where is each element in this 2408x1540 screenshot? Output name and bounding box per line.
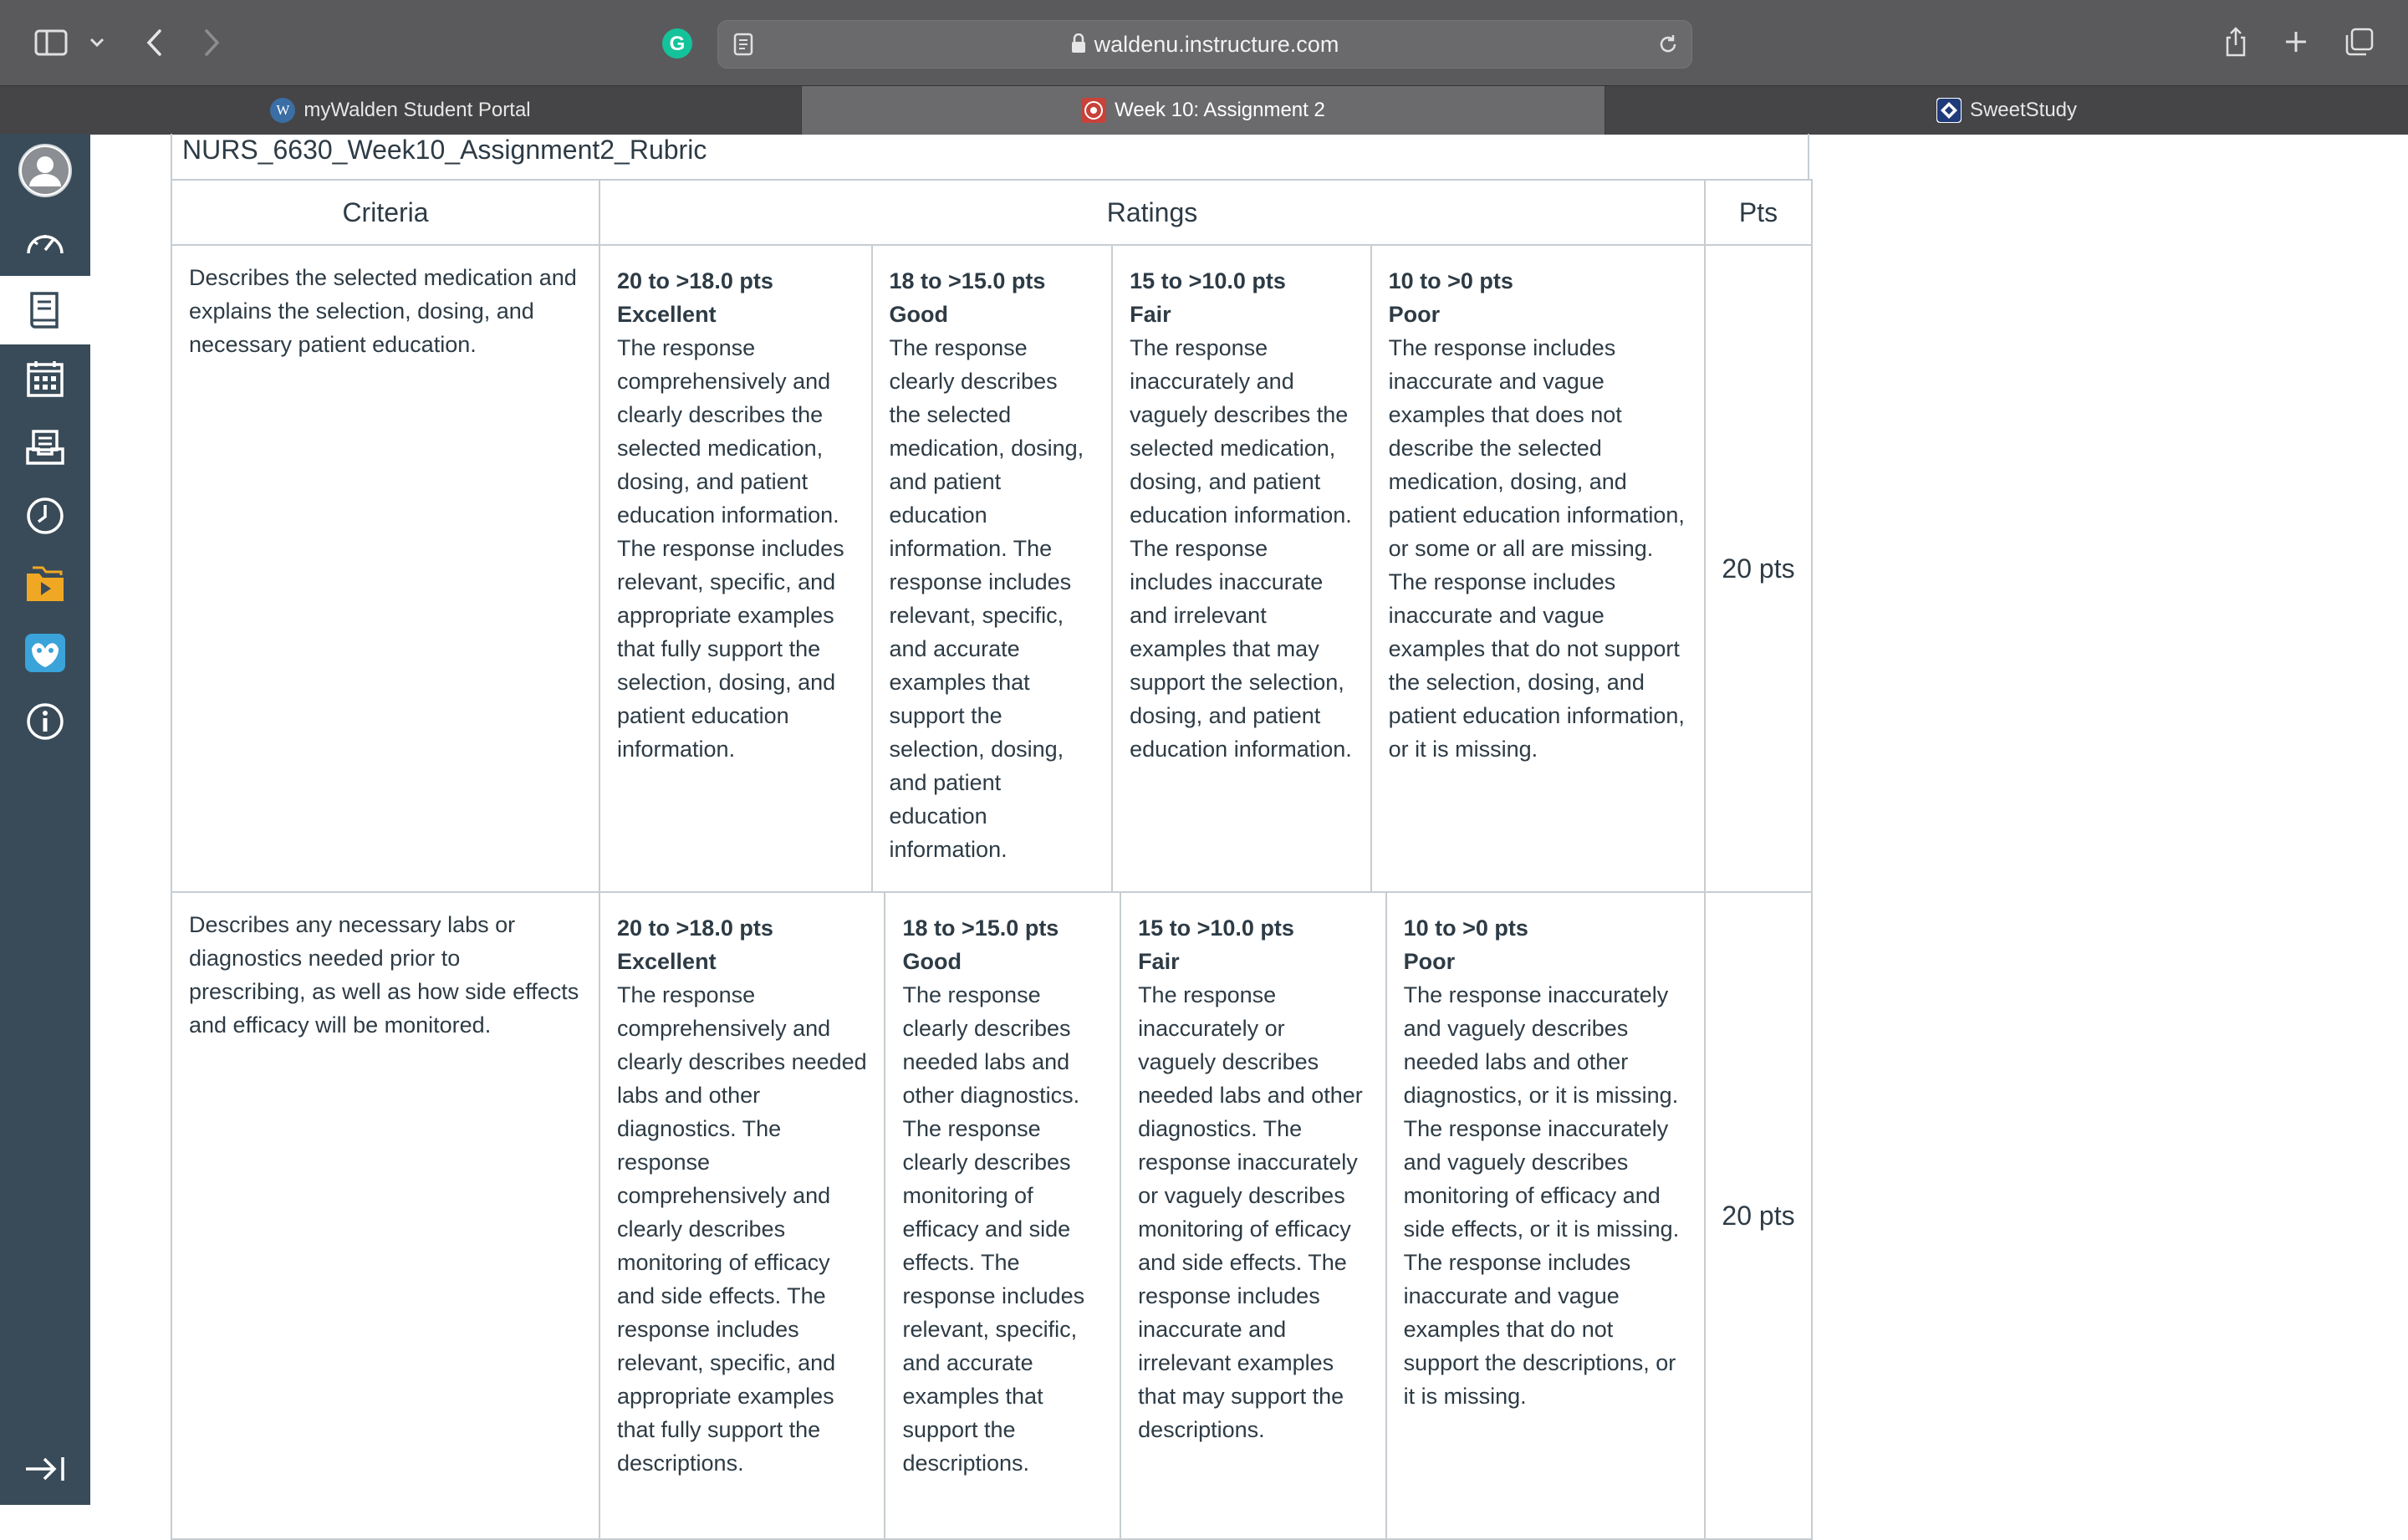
- rating-description: The response inaccurately or vaguely des…: [1138, 982, 1363, 1442]
- svg-text:G: G: [670, 33, 686, 55]
- tab-mywalden[interactable]: W myWalden Student Portal: [0, 86, 801, 135]
- lock-icon: [1071, 23, 1086, 69]
- reload-icon[interactable]: [1655, 31, 1681, 58]
- sweetstudy-favicon-icon: [1936, 98, 1962, 123]
- criteria-header: Criteria: [171, 179, 600, 246]
- rating-poor[interactable]: 10 to >0 pts Poor The response includes …: [1372, 246, 1704, 891]
- tab-week10-assignment[interactable]: Week 10: Assignment 2: [801, 86, 1605, 135]
- rating-level: Excellent: [617, 949, 717, 974]
- courses-icon[interactable]: [0, 276, 90, 344]
- browser-toolbar: G waldenu.instructure.com: [0, 0, 2408, 85]
- tab-label: SweetStudy: [1969, 99, 2078, 121]
- back-icon[interactable]: [140, 25, 167, 60]
- rating-points: 20 to >18.0 pts: [617, 915, 773, 941]
- rating-excellent[interactable]: 20 to >18.0 pts Excellent The response c…: [600, 893, 886, 1538]
- forward-icon[interactable]: [199, 25, 226, 60]
- account-icon[interactable]: [0, 134, 90, 207]
- url-text: waldenu.instructure.com: [1094, 32, 1339, 57]
- history-icon[interactable]: [0, 482, 90, 550]
- rating-level: Excellent: [617, 302, 717, 327]
- tab-overview-icon[interactable]: [2343, 25, 2376, 59]
- walden-favicon-icon: W: [270, 98, 296, 123]
- rating-description: The response clearly describes needed la…: [902, 982, 1085, 1476]
- ratings-cell: 20 to >18.0 pts Excellent The response c…: [599, 891, 1706, 1540]
- criterion-description: Describes the selected medication and ex…: [171, 244, 600, 893]
- rating-description: The response inaccurately and vaguely de…: [1130, 335, 1352, 762]
- tab-label: Week 10: Assignment 2: [1115, 99, 1325, 121]
- rating-points: 15 to >10.0 pts: [1130, 268, 1286, 293]
- rating-description: The response inaccurately and vaguely de…: [1403, 982, 1680, 1409]
- rating-fair[interactable]: 15 to >10.0 pts Fair The response inaccu…: [1113, 246, 1372, 891]
- share-icon[interactable]: [2221, 23, 2251, 60]
- info-icon[interactable]: [0, 687, 90, 756]
- rating-points: 18 to >15.0 pts: [902, 915, 1059, 941]
- help-icon[interactable]: [0, 619, 90, 687]
- rating-points: 15 to >10.0 pts: [1138, 915, 1294, 941]
- rating-points: 10 to >0 pts: [1388, 268, 1513, 293]
- rating-points: 18 to >15.0 pts: [889, 268, 1046, 293]
- grammarly-icon[interactable]: G: [661, 27, 694, 60]
- rating-level: Good: [902, 949, 962, 974]
- criterion-points: 20 pts: [1704, 244, 1813, 893]
- criterion-points: 20 pts: [1704, 891, 1813, 1540]
- ratings-cell: 20 to >18.0 pts Excellent The response c…: [599, 244, 1706, 893]
- rating-excellent[interactable]: 20 to >18.0 pts Excellent The response c…: [600, 246, 873, 891]
- url-display[interactable]: waldenu.instructure.com: [718, 21, 1691, 68]
- rating-description: The response comprehensively and clearly…: [617, 335, 844, 762]
- rating-level: Fair: [1138, 949, 1180, 974]
- rating-good[interactable]: 18 to >15.0 pts Good The response clearl…: [885, 893, 1122, 1538]
- rating-poor[interactable]: 10 to >0 pts Poor The response inaccurat…: [1387, 893, 1704, 1538]
- criterion-row: Describes any necessary labs or diagnost…: [171, 891, 1813, 1540]
- chevron-down-icon[interactable]: [87, 30, 107, 55]
- pts-header: Pts: [1704, 179, 1813, 246]
- rubric-title: NURS_6630_Week10_Assignment2_Rubric: [171, 134, 1809, 179]
- criterion-description: Describes any necessary labs or diagnost…: [171, 891, 600, 1540]
- rubric-header-row: Criteria Ratings Pts: [171, 179, 1813, 246]
- rating-level: Good: [889, 302, 948, 327]
- inbox-icon[interactable]: [0, 413, 90, 482]
- rating-description: The response clearly describes the selec…: [889, 335, 1084, 862]
- rating-good[interactable]: 18 to >15.0 pts Good The response clearl…: [873, 246, 1114, 891]
- new-tab-icon[interactable]: [2281, 27, 2311, 57]
- address-bar[interactable]: waldenu.instructure.com: [717, 20, 1692, 69]
- collapse-nav-icon[interactable]: [0, 1435, 90, 1503]
- tab-bar: W myWalden Student Portal Week 10: Assig…: [0, 85, 2408, 135]
- calendar-icon[interactable]: [0, 344, 90, 413]
- dashboard-icon[interactable]: [0, 207, 90, 276]
- global-nav-sidebar: [0, 134, 90, 1505]
- sidebar-toggle-icon[interactable]: [32, 27, 70, 59]
- rating-level: Poor: [1403, 949, 1456, 974]
- rating-points: 20 to >18.0 pts: [617, 268, 773, 293]
- files-icon[interactable]: [0, 550, 90, 619]
- rating-level: Poor: [1388, 302, 1441, 327]
- walden-seal-favicon-icon: [1081, 98, 1107, 123]
- tab-sweetstudy[interactable]: SweetStudy: [1605, 86, 2408, 135]
- ratings-header: Ratings: [599, 179, 1706, 246]
- rating-description: The response includes inaccurate and vag…: [1388, 335, 1685, 762]
- rating-fair[interactable]: 15 to >10.0 pts Fair The response inaccu…: [1121, 893, 1387, 1538]
- rubric-table: Criteria Ratings Pts Describes the selec…: [171, 179, 1813, 1540]
- criterion-row: Describes the selected medication and ex…: [171, 244, 1813, 893]
- rating-points: 10 to >0 pts: [1403, 915, 1528, 941]
- rating-description: The response comprehensively and clearly…: [617, 982, 867, 1476]
- tab-label: myWalden Student Portal: [304, 99, 531, 121]
- rating-level: Fair: [1130, 302, 1171, 327]
